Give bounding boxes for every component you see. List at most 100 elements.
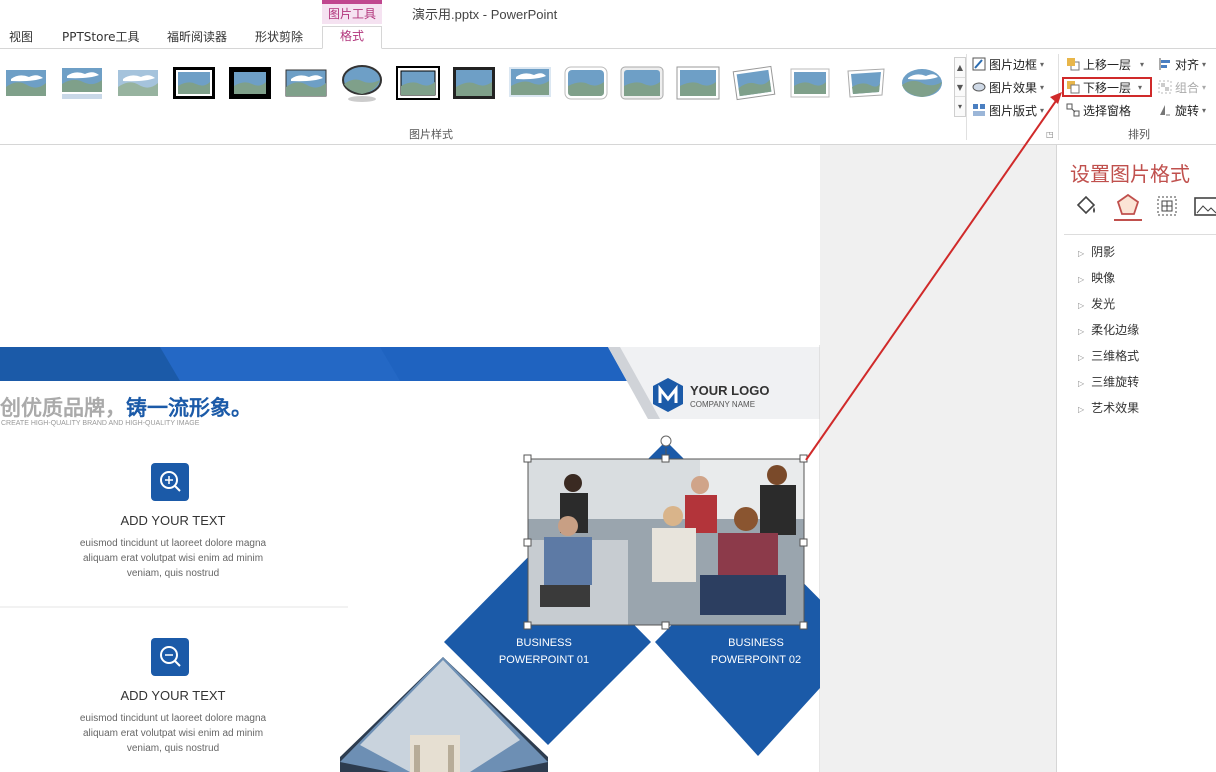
selection-pane-icon — [1066, 103, 1080, 117]
picture-effects-button[interactable]: 图片效果 ▾ — [972, 77, 1044, 97]
rotate-button[interactable]: 旋转 ▾ — [1158, 100, 1206, 120]
picture-layout-label: 图片版式 — [989, 103, 1038, 118]
tab-foxit[interactable]: 福昕阅读器 — [167, 28, 227, 48]
slide-subline: CREATE HIGH-QUALITY BRAND AND HIGH-QUALI… — [1, 420, 200, 427]
picture-style-thumb[interactable] — [396, 63, 440, 103]
send-backward-button[interactable]: 下移一层 ▾ — [1062, 77, 1152, 97]
section-label: 艺术效果 — [1091, 401, 1140, 415]
bring-forward-label: 上移一层 — [1083, 57, 1132, 72]
picture-style-thumb[interactable] — [172, 63, 216, 103]
picture-layout-icon — [972, 103, 986, 117]
zoom-out-icon — [151, 638, 189, 676]
gallery-more-icon[interactable]: ▾ — [955, 97, 965, 116]
gallery-scroll[interactable]: ▲ ▼ ▾ — [954, 57, 966, 117]
section-artistic-effects[interactable]: ▷ 艺术效果 — [1078, 399, 1139, 416]
logo-title: YOUR LOGO — [690, 383, 770, 398]
pane-title: 设置图片格式 — [1070, 162, 1190, 186]
item-heading: ADD YOUR TEXT — [120, 513, 226, 528]
section-3d-format[interactable]: ▷ 三维格式 — [1078, 347, 1139, 364]
diamond-label-1: BUSINESS POWERPOINT 01 — [470, 635, 618, 669]
slide-graphics — [0, 145, 820, 772]
send-backward-label: 下移一层 — [1083, 80, 1132, 95]
section-glow[interactable]: ▷ 发光 — [1078, 295, 1115, 312]
tab-format[interactable]: 格式 — [322, 26, 382, 49]
chevron-down-icon: ▾ — [1040, 59, 1045, 69]
picture-style-thumb[interactable] — [676, 63, 720, 103]
chevron-down-icon: ▾ — [1140, 59, 1145, 69]
align-icon — [1158, 57, 1172, 71]
rotate-label: 旋转 — [1175, 103, 1200, 118]
ribbon-separator — [966, 54, 967, 140]
picture-layout-button[interactable]: 图片版式 ▾ — [972, 100, 1044, 120]
picture-style-thumb[interactable] — [4, 63, 48, 103]
chevron-down-icon: ▾ — [1040, 105, 1045, 115]
item-body: euismod tincidunt ut laoreet dolore magn… — [0, 536, 346, 581]
picture-style-thumb[interactable] — [508, 63, 552, 103]
format-picture-pane — [1056, 145, 1216, 772]
section-label: 发光 — [1091, 297, 1116, 311]
diamond-label-2: BUSINESS POWERPOINT 02 — [682, 635, 820, 669]
section-reflection[interactable]: ▷ 映像 — [1078, 269, 1115, 286]
bring-forward-button[interactable]: 上移一层 ▾ — [1066, 54, 1144, 74]
slide[interactable]: 创优质品牌，铸一流形象。 CREATE HIGH-QUALITY BRAND A… — [0, 145, 820, 772]
selection-pane-label: 选择窗格 — [1083, 103, 1132, 118]
slide-headline: 创优质品牌，铸一流形象。 — [0, 392, 252, 422]
picture-style-thumb[interactable] — [284, 63, 328, 103]
group-label: 组合 — [1175, 80, 1200, 95]
section-shadow[interactable]: ▷ 阴影 — [1078, 243, 1115, 260]
align-label: 对齐 — [1175, 57, 1200, 72]
tab-shape-cut[interactable]: 形状剪除 — [255, 28, 303, 48]
picture-border-icon — [972, 57, 986, 71]
section-label: 三维格式 — [1091, 349, 1140, 363]
picture-style-thumb[interactable] — [732, 63, 776, 103]
group-button[interactable]: 组合 ▾ — [1158, 77, 1206, 97]
picture-style-thumb[interactable] — [900, 63, 944, 103]
item-body-line: euismod tincidunt ut laoreet dolore magn… — [79, 538, 267, 549]
diamond-label-line: POWERPOINT 02 — [710, 654, 802, 666]
picture-effects-label: 图片效果 — [989, 80, 1038, 95]
group-icon — [1158, 80, 1172, 94]
picture-style-thumb[interactable] — [620, 63, 664, 103]
align-button[interactable]: 对齐 ▾ — [1158, 54, 1206, 74]
picture-style-thumb[interactable] — [116, 63, 160, 103]
picture-style-thumb[interactable] — [788, 63, 832, 103]
gallery-down-icon[interactable]: ▼ — [955, 78, 965, 97]
headline-gray: 创优质品牌， — [0, 396, 126, 420]
diamond-label-line: POWERPOINT 01 — [498, 654, 590, 666]
diamond-label-line: BUSINESS — [516, 637, 572, 649]
chevron-down-icon: ▾ — [1202, 59, 1207, 69]
tab-view[interactable]: 视图 — [9, 28, 33, 48]
picture-effects-icon — [972, 80, 986, 94]
tab-pptstore[interactable]: PPTStore工具 — [62, 28, 140, 48]
section-label: 阴影 — [1091, 245, 1116, 259]
dialog-launcher-icon[interactable]: ◳ — [1046, 130, 1054, 139]
size-properties-icon[interactable] — [1154, 193, 1180, 219]
section-soft-edges[interactable]: ▷ 柔化边缘 — [1078, 321, 1139, 338]
picture-icon[interactable] — [1192, 193, 1216, 219]
expand-triangle-icon: ▷ — [1078, 405, 1085, 414]
ribbon-separator — [1058, 54, 1059, 140]
section-label: 柔化边缘 — [1091, 323, 1140, 337]
effects-icon[interactable] — [1114, 191, 1142, 221]
picture-style-thumb[interactable] — [60, 63, 104, 103]
logo-icon — [651, 377, 685, 413]
item-body-line: veniam, quis nostrud — [126, 743, 220, 754]
zoom-in-icon — [151, 463, 189, 501]
section-3d-rotation[interactable]: ▷ 三维旋转 — [1078, 373, 1139, 390]
picture-border-label: 图片边框 — [989, 57, 1038, 72]
gallery-up-icon[interactable]: ▲ — [955, 58, 965, 78]
picture-style-thumb[interactable] — [340, 63, 384, 103]
expand-triangle-icon: ▷ — [1078, 327, 1085, 336]
picture-style-thumb[interactable] — [564, 63, 608, 103]
send-backward-icon — [1066, 80, 1080, 94]
item-body-line: aliquam erat volutpat wisi enim ad minim — [82, 728, 264, 739]
pane-divider — [1064, 234, 1216, 235]
selection-pane-button[interactable]: 选择窗格 — [1066, 100, 1131, 120]
chevron-down-icon: ▾ — [1040, 82, 1045, 92]
picture-border-button[interactable]: 图片边框 ▾ — [972, 54, 1044, 74]
item-body-line: aliquam erat volutpat wisi enim ad minim — [82, 553, 264, 564]
picture-style-thumb[interactable] — [844, 63, 888, 103]
picture-style-thumb[interactable] — [228, 63, 272, 103]
picture-style-thumb[interactable] — [452, 63, 496, 103]
fill-line-icon[interactable] — [1074, 193, 1100, 219]
